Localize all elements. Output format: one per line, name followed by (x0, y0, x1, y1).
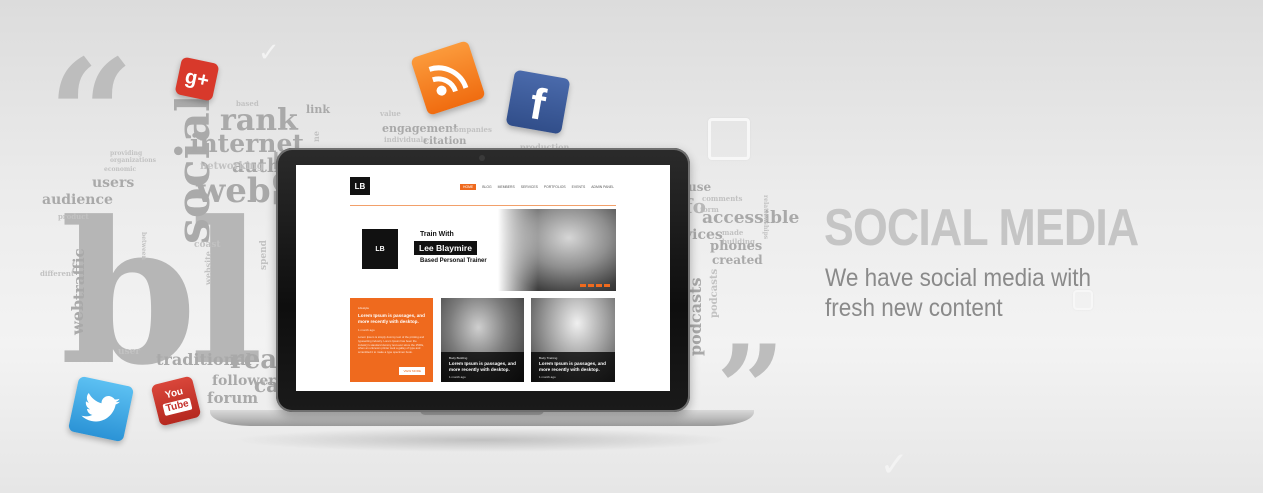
cloud-word-traffic: traffic (70, 248, 88, 300)
cloud-word-building: podcasts (709, 268, 720, 318)
card-view-more-button: VIEW MORE (399, 367, 425, 375)
laptop-screen: LB HOME BLOG MEMBERS SERVICES PORTFOLIOS… (296, 165, 670, 391)
card-tag: Body Building (449, 356, 468, 360)
facebook-label: f (526, 79, 550, 130)
card-body: Lorem Ipsum is simply dummy text of the … (358, 335, 425, 355)
decor-square-small (1073, 290, 1093, 310)
decor-checkmark-bottom: ✓ (880, 445, 909, 485)
cloud-word-engagement: value (380, 109, 401, 118)
hero-line-2: Lee Blaymire (414, 241, 477, 255)
site-nav-services: SERVICES (520, 185, 538, 189)
site-card-body-building: Body Building Lorem Ipsum is passages, a… (441, 298, 524, 382)
decor-checkmark-top: ✓ (258, 38, 280, 68)
twitter-icon (67, 375, 135, 443)
cloud-word-accessible: phones (710, 239, 763, 254)
cloud-word-users: users (92, 175, 135, 191)
subtitle-line-1: We have social media with (825, 264, 1091, 292)
cloud-word-different: different (40, 269, 75, 278)
cloud-word-providing: organizations (110, 157, 156, 164)
cloud-word-relationships: relationships (762, 195, 769, 240)
card-title: Lorem Ipsum is passages, and more recent… (358, 313, 425, 324)
cloud-word-coast: coast (194, 240, 221, 250)
site-nav-home: HOME (460, 184, 477, 190)
cloud-word-value: based (236, 99, 259, 108)
card-tag: Lifestyle (358, 306, 370, 310)
page-title: SOCIAL MEDIA (824, 199, 1139, 257)
cloud-word-cations: ne (311, 131, 321, 142)
cloud-word-podcasts: podcasts (686, 277, 705, 356)
cloud-word-web-vertical: web (68, 299, 87, 335)
hero-line-3: Based Personal Trainer (420, 258, 487, 264)
cloud-word-individuals: companies (450, 125, 492, 134)
cloud-word-organizations: economic (104, 166, 137, 173)
hero-logo: LB (362, 229, 398, 269)
card-title: Lorem Ipsum is passages, and more recent… (539, 361, 606, 372)
card-meta: 1 month ago (449, 375, 466, 379)
facebook-icon: f (505, 69, 571, 135)
site-nav-portfolios: PORTFOLIOS (543, 185, 566, 189)
laptop: LB HOME BLOG MEMBERS SERVICES PORTFOLIOS… (276, 148, 690, 412)
cloud-word-spend: spend (259, 240, 269, 270)
site-header-rule (350, 205, 616, 206)
subtitle-line-2: fresh new content (825, 294, 1003, 322)
site-hero-banner: LB Train With Lee Blaymire Based Persona… (350, 209, 616, 291)
laptop-shadow (230, 428, 734, 452)
cloud-word-web: web (196, 171, 271, 211)
cloud-word-citation: individuals (384, 135, 428, 144)
cloud-word-production: citation (423, 136, 467, 147)
hero-slider-dots (580, 284, 610, 287)
cloud-word-audience: providing (110, 150, 143, 157)
cloud-word-phones: created (712, 253, 763, 267)
twitter-bird-glyph (81, 393, 120, 422)
cloud-word-between: between (140, 232, 147, 260)
site-nav-blog: BLOG (482, 185, 492, 189)
googleplus-icon: g+ (174, 56, 220, 102)
cloud-word-based: link (306, 103, 330, 116)
laptop-camera (479, 155, 485, 161)
googleplus-label: g+ (183, 65, 212, 92)
hero-line-1: Train With (420, 231, 454, 238)
hero-athlete-photo (498, 209, 616, 291)
site-nav-admin-panel: ADMIN PANEL (591, 185, 614, 189)
card-tag: Body Training (539, 356, 558, 360)
cloud-word-networking: audience (42, 192, 113, 208)
cloud-word-companies: engagement (382, 122, 459, 135)
cloud-word-created: made (722, 228, 744, 237)
cloud-word-reach: accessible (702, 208, 800, 228)
decor-square-large (708, 118, 750, 160)
site-card-lifestyle: Lifestyle Lorem Ipsum is passages, and m… (350, 298, 433, 382)
site-nav-members: MEMBERS (497, 185, 515, 189)
site-nav-events: EVENTS (571, 185, 586, 189)
hero-photo-fade (498, 209, 538, 291)
cloud-word-website: website (203, 251, 213, 285)
card-meta: 1 month ago (358, 328, 375, 332)
rss-glyph (428, 65, 469, 96)
cloud-word-followers: forum (207, 389, 259, 407)
cloud-word-use: use (688, 180, 712, 194)
social-media-banner: “ bl social ia rank internet link based … (0, 0, 1263, 493)
site-nav: HOME BLOG MEMBERS SERVICES PORTFOLIOS EV… (460, 184, 614, 190)
cloud-word-comments: comments (702, 194, 743, 203)
cloud-word-traditional: user (118, 347, 141, 357)
card-title: Lorem Ipsum is passages, and more recent… (449, 361, 516, 372)
card-meta: 1 month ago (539, 375, 556, 379)
site-logo: LB (350, 177, 370, 195)
site-card-body-training: Body Training Lorem Ipsum is passages, a… (531, 298, 615, 382)
cloud-word-presence: product (58, 212, 89, 221)
